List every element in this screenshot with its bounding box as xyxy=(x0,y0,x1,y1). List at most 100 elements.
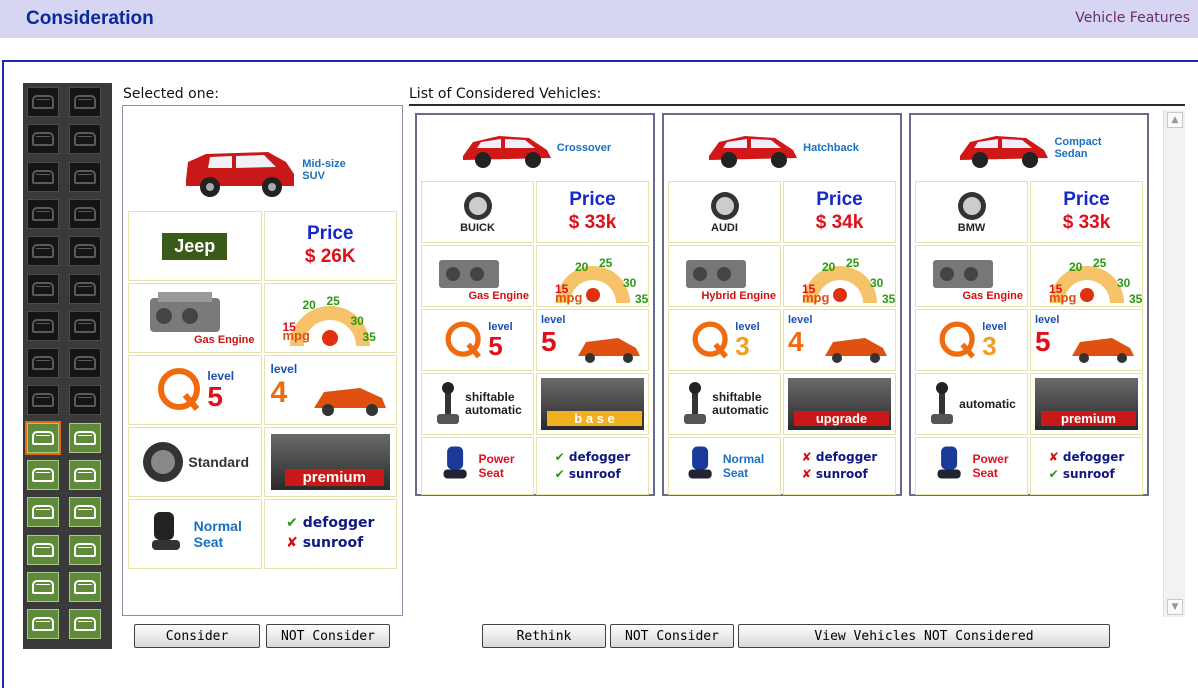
selected-engine-cell: Gas Engine xyxy=(128,283,262,353)
vehicle-slot-13-0[interactable] xyxy=(27,571,59,602)
vehicle-slot-8-1[interactable] xyxy=(69,385,101,416)
selected-mpg-label: mpg xyxy=(282,328,310,343)
car-icon xyxy=(960,136,1049,168)
not-consider-left-button[interactable]: NOT Consider xyxy=(266,624,390,648)
vehicle-engine: Gas Engine xyxy=(962,290,1023,302)
vehicle-slot-14-0[interactable] xyxy=(27,609,59,640)
vehicle-slot-7-0[interactable] xyxy=(27,348,59,379)
vehicle-slot-3-0[interactable] xyxy=(27,198,59,229)
vehicle-slot-10-0[interactable] xyxy=(27,460,59,490)
selected-transmission-cell: Standard xyxy=(128,427,262,497)
vehicle-feature-mark: ✔ xyxy=(554,450,565,465)
scroll-up-icon[interactable]: ▲ xyxy=(1167,112,1183,128)
slot-car-icon xyxy=(32,468,54,482)
vehicle-slot-0-0[interactable] xyxy=(27,87,59,117)
vehicle-engine: Hybrid Engine xyxy=(701,290,776,302)
vehicle-slot-11-1[interactable] xyxy=(69,497,101,528)
selected-price-value: $ 26K xyxy=(304,246,356,267)
selected-seat-line2: Seat xyxy=(193,534,224,550)
vehicle-slot-9-1[interactable] xyxy=(69,422,101,453)
selected-safety-value: 4 xyxy=(270,376,288,409)
vehicle-slot-8-0[interactable] xyxy=(27,385,59,416)
vehicle-feature-mark: ✘ xyxy=(801,450,812,465)
vehicle-feature-mark: ✘ xyxy=(801,467,812,481)
vehicle-slot-13-1[interactable] xyxy=(69,571,101,602)
slot-car-icon xyxy=(74,468,96,482)
vehicle-features-cell: ✘ defogger ✘ sunroof xyxy=(783,437,896,495)
selected-feature-0-text: defogger xyxy=(302,515,375,532)
slot-car-icon xyxy=(74,281,96,296)
vehicle-slot-12-1[interactable] xyxy=(69,534,101,565)
vehicle-engine-cell: Gas Engine xyxy=(915,245,1028,307)
vehicle-slot-4-1[interactable] xyxy=(69,236,101,267)
list-scrollbar[interactable]: ▲ ▼ xyxy=(1163,110,1185,617)
vehicle-slot-1-1[interactable] xyxy=(69,124,101,155)
vehicle-slot-6-1[interactable] xyxy=(69,310,101,341)
vehicle-slot-12-0[interactable] xyxy=(27,534,59,565)
vehicle-safety-word: level xyxy=(1035,314,1060,326)
vehicle-features-link[interactable]: Vehicle Features xyxy=(1075,10,1190,26)
vehicle-quality-cell: level 5 xyxy=(421,309,534,371)
selected-price-label: Price xyxy=(307,223,354,245)
vehicle-slot-7-1[interactable] xyxy=(69,348,101,379)
vehicle-slot-4-0[interactable] xyxy=(27,236,59,267)
slot-car-icon xyxy=(74,169,96,184)
quality-q-icon xyxy=(692,321,729,359)
brand-logo-icon xyxy=(463,192,492,220)
vehicle-slot-14-1[interactable] xyxy=(69,609,101,640)
vehicle-slot-9-0[interactable] xyxy=(25,420,61,455)
vehicle-slot-1-0[interactable] xyxy=(27,124,59,155)
vehicle-features-cell: ✘ defogger ✔ sunroof xyxy=(1030,437,1143,495)
vehicle-slot-10-1[interactable] xyxy=(69,460,101,490)
vehicle-safety-value: 5 xyxy=(1035,326,1051,357)
vehicle-price-value: $ 34k xyxy=(815,212,864,233)
selected-quality-cell: level 5 xyxy=(128,355,262,425)
gear-shifter-icon xyxy=(931,382,954,424)
consider-button[interactable]: Consider xyxy=(134,624,260,648)
seat-icon xyxy=(444,446,468,479)
not-consider-right-button[interactable]: NOT Consider xyxy=(610,624,734,648)
suv-car-icon xyxy=(186,152,295,197)
vehicle-price-value: $ 33k xyxy=(568,212,617,233)
vehicle-trim-cell: premium xyxy=(1030,373,1143,435)
vehicle-2-mpg-tick: 25 xyxy=(1093,256,1107,270)
vehicle-slot-6-0[interactable] xyxy=(27,310,59,341)
quality-q-icon xyxy=(158,368,201,411)
rethink-button[interactable]: Rethink xyxy=(482,624,606,648)
vehicle-slot-5-0[interactable] xyxy=(27,273,59,304)
slot-car-icon xyxy=(32,356,54,371)
selected-quality-value: 5 xyxy=(207,381,223,412)
vehicle-price-label: Price xyxy=(1063,189,1110,211)
slot-car-icon xyxy=(32,430,54,445)
vehicle-slot-5-1[interactable] xyxy=(69,273,101,304)
selected-car-image: Mid-size SUV xyxy=(163,136,363,206)
vehicle-slot-0-1[interactable] xyxy=(69,87,101,117)
slot-car-icon xyxy=(32,542,54,557)
vehicle-mpg-ticks: 15 20 25 30 35 mpg xyxy=(1031,246,1142,306)
vehicle-mpg-cell: 15 20 25 30 35 mpg xyxy=(1030,245,1143,307)
view-not-considered-button[interactable]: View Vehicles NOT Considered xyxy=(738,624,1110,648)
seat-icon xyxy=(688,446,712,479)
selected-trim-label: premium xyxy=(284,469,384,486)
vehicle-card-0[interactable]: Crossover BUICK Price $ 33k Gas Engine 15 20 25… xyxy=(415,113,655,496)
vehicle-feature-mark: ✔ xyxy=(554,467,565,481)
slot-car-icon xyxy=(32,318,54,333)
scroll-down-icon[interactable]: ▼ xyxy=(1167,599,1183,615)
vehicle-2-mpg-tick: 20 xyxy=(1069,260,1083,274)
vehicle-card-1[interactable]: Hatchback AUDI Price $ 34k Hybrid Engine 15 20… xyxy=(662,113,902,496)
vehicle-brand: BUICK xyxy=(460,222,495,234)
vehicle-slot-11-0[interactable] xyxy=(27,497,59,528)
gear-shifter-icon xyxy=(684,382,707,424)
vehicle-feature-text: sunroof xyxy=(568,467,621,481)
selected-feature-1-mark: ✘ xyxy=(286,535,298,551)
vehicle-trim: upgrade xyxy=(794,411,889,426)
gear-knob-icon xyxy=(143,442,184,482)
vehicle-slot-3-1[interactable] xyxy=(69,198,101,229)
vehicle-slot-2-1[interactable] xyxy=(69,161,101,192)
vehicle-slot-2-0[interactable] xyxy=(27,161,59,192)
selected-safety-word: level xyxy=(270,362,298,376)
considered-vehicles-list: Crossover BUICK Price $ 33k Gas Engine 15 20 25… xyxy=(409,105,1185,617)
seat-icon xyxy=(938,446,962,479)
vehicle-card-2[interactable]: Compact Sedan BMW Price $ 33k Gas Engine 15 20 2… xyxy=(909,113,1149,496)
selected-mpg-tick: 20 xyxy=(302,298,316,312)
